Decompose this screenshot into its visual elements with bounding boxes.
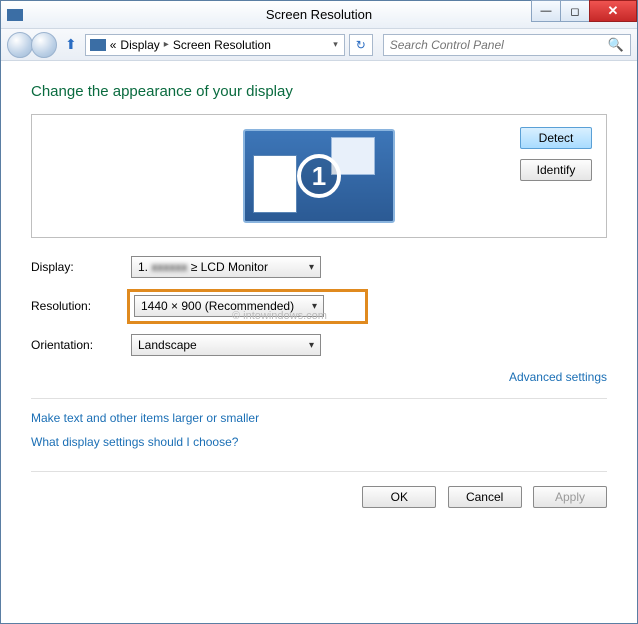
advanced-settings-link[interactable]: Advanced settings — [509, 370, 607, 384]
resolution-label: Resolution: — [31, 299, 131, 313]
display-label: Display: — [31, 260, 131, 274]
app-icon — [7, 9, 23, 21]
maximize-button[interactable]: ◻ — [560, 0, 590, 22]
apply-button: Apply — [533, 486, 607, 508]
identify-button[interactable]: Identify — [520, 159, 592, 181]
ok-button[interactable]: OK — [362, 486, 436, 508]
make-text-larger-link[interactable]: Make text and other items larger or smal… — [31, 411, 607, 425]
forward-button[interactable] — [31, 32, 57, 58]
breadcrumb-root: « — [110, 38, 117, 52]
orientation-value: Landscape — [138, 338, 197, 352]
window-controls: — ◻ ✕ — [532, 0, 637, 22]
breadcrumb-dropdown-icon[interactable]: ▾ — [327, 39, 344, 50]
chevron-right-icon: ▸ — [160, 39, 173, 50]
resolution-field-row: Resolution: 1440 × 900 (Recommended) — [31, 292, 607, 320]
dialog-buttons: OK Cancel Apply — [31, 471, 607, 508]
page-heading: Change the appearance of your display — [31, 83, 607, 100]
breadcrumb-display[interactable]: Display — [116, 38, 159, 52]
display-icon — [90, 39, 106, 51]
divider — [31, 398, 607, 399]
monitor-thumbnail[interactable]: 1 — [243, 129, 395, 223]
search-input[interactable] — [390, 38, 608, 52]
search-box[interactable]: 🔍 — [383, 34, 631, 56]
monitor-window-thumb — [253, 155, 297, 213]
breadcrumb-screenres[interactable]: Screen Resolution — [173, 38, 271, 52]
orientation-field-row: Orientation: Landscape — [31, 334, 607, 356]
display-dropdown[interactable]: 1. xxxxxx ≥ LCD Monitor — [131, 256, 321, 278]
search-icon[interactable]: 🔍 — [608, 37, 624, 53]
display-value-prefix: 1. — [138, 260, 148, 274]
back-button[interactable] — [7, 32, 33, 58]
window-title: Screen Resolution — [266, 7, 372, 22]
breadcrumb-bar[interactable]: « Display ▸ Screen Resolution ▾ — [85, 34, 345, 56]
minimize-button[interactable]: — — [531, 0, 561, 22]
orientation-dropdown[interactable]: Landscape — [131, 334, 321, 356]
content-area: Change the appearance of your display 1 … — [1, 61, 637, 623]
monitor-number: 1 — [297, 154, 341, 198]
display-preview-box: 1 Detect Identify — [31, 114, 607, 238]
close-button[interactable]: ✕ — [589, 0, 637, 22]
titlebar: Screen Resolution — ◻ ✕ — [1, 1, 637, 29]
navigation-bar: ⬆ « Display ▸ Screen Resolution ▾ ↻ 🔍 — [1, 29, 637, 61]
detect-button[interactable]: Detect — [520, 127, 592, 149]
resolution-dropdown[interactable]: 1440 × 900 (Recommended) — [134, 295, 324, 317]
display-value-suffix: ≥ LCD Monitor — [191, 260, 268, 274]
orientation-label: Orientation: — [31, 338, 131, 352]
up-button[interactable]: ⬆ — [61, 36, 81, 53]
window-frame: Screen Resolution — ◻ ✕ ⬆ « Display ▸ Sc… — [0, 0, 638, 624]
which-settings-link[interactable]: What display settings should I choose? — [31, 435, 607, 449]
display-field-row: Display: 1. xxxxxx ≥ LCD Monitor — [31, 256, 607, 278]
cancel-button[interactable]: Cancel — [448, 486, 522, 508]
resolution-value: 1440 × 900 (Recommended) — [141, 299, 294, 313]
display-value-blur: xxxxxx — [151, 260, 187, 274]
refresh-button[interactable]: ↻ — [349, 34, 373, 56]
